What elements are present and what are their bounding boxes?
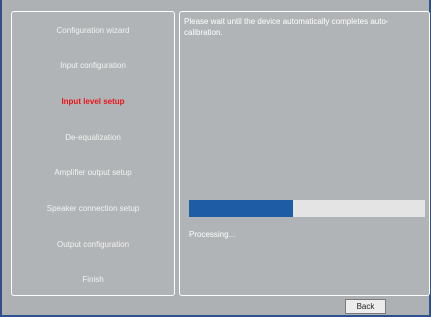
step-amplifier-output-setup[interactable]: Amplifier output setup <box>12 167 174 179</box>
step-output-configuration[interactable]: Output configuration <box>12 239 174 251</box>
progress-bar-fill <box>189 200 293 217</box>
back-button[interactable]: Back <box>345 299 386 314</box>
step-de-equalization[interactable]: De-equalization <box>12 132 174 144</box>
progress-status-text: Processing... <box>189 230 236 239</box>
wizard-steps-panel: Configuration wizard Input configuration… <box>11 11 175 296</box>
step-configuration-wizard[interactable]: Configuration wizard <box>12 25 174 37</box>
content-panel: Please wait until the device automatical… <box>179 11 430 296</box>
step-input-level-setup[interactable]: Input level setup <box>12 96 174 108</box>
progress-bar <box>189 200 425 217</box>
step-finish[interactable]: Finish <box>12 274 174 286</box>
instruction-message: Please wait until the device automatical… <box>184 17 389 37</box>
step-speaker-connection-setup[interactable]: Speaker connection setup <box>12 203 174 215</box>
app-window: Configuration wizard Input configuration… <box>0 0 431 317</box>
step-input-configuration[interactable]: Input configuration <box>12 60 174 72</box>
